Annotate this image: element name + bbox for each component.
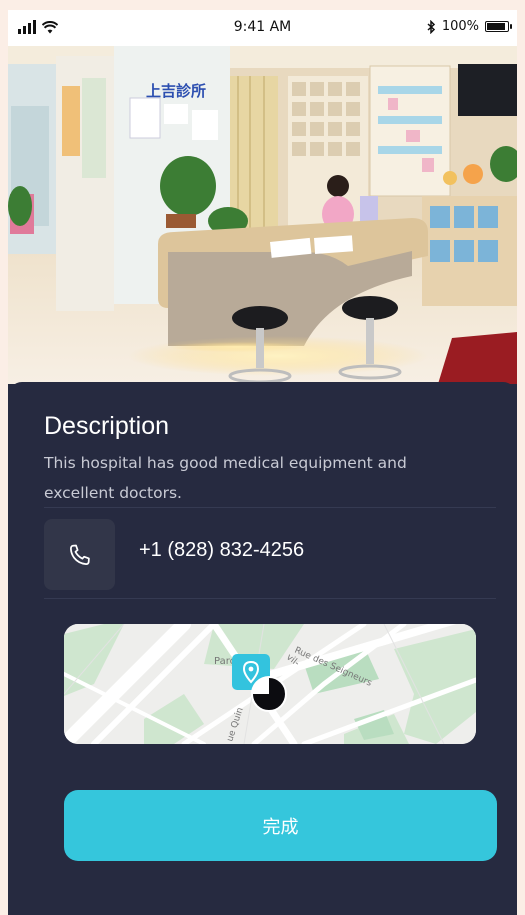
details-sheet: Description This hospital has good medic… [8, 382, 517, 915]
phone-icon [69, 544, 90, 565]
hero-photo: 上吉診所 [8, 46, 517, 384]
bluetooth-icon [427, 19, 435, 34]
description-body: This hospital has good medical equipment… [44, 454, 407, 502]
map-preview[interactable]: Rue des Seigneurs Parc vil- ue Quin [64, 624, 476, 744]
divider-bottom [44, 598, 496, 599]
status-bar: 9:41 AM 100% [8, 10, 517, 46]
divider-top [44, 507, 496, 508]
description-title: Description [44, 412, 170, 440]
battery-percent: 100% [441, 19, 479, 34]
clinic-sign: 上吉診所 [146, 82, 206, 100]
call-button[interactable] [44, 519, 115, 590]
phone-number[interactable]: +1 (828) 832-4256 [139, 539, 304, 562]
map-canvas: Rue des Seigneurs Parc vil- ue Quin [64, 624, 476, 744]
battery-fill [487, 23, 505, 30]
done-button[interactable]: 完成 [64, 790, 497, 861]
phone-screen: 9:41 AM 100% 上吉診所 Description This hospi… [8, 10, 517, 915]
clinic-photo: 上吉診所 [8, 46, 517, 384]
battery-icon [485, 21, 512, 32]
status-right: 100% [427, 19, 512, 34]
street-label-parc: Parc [214, 656, 235, 667]
